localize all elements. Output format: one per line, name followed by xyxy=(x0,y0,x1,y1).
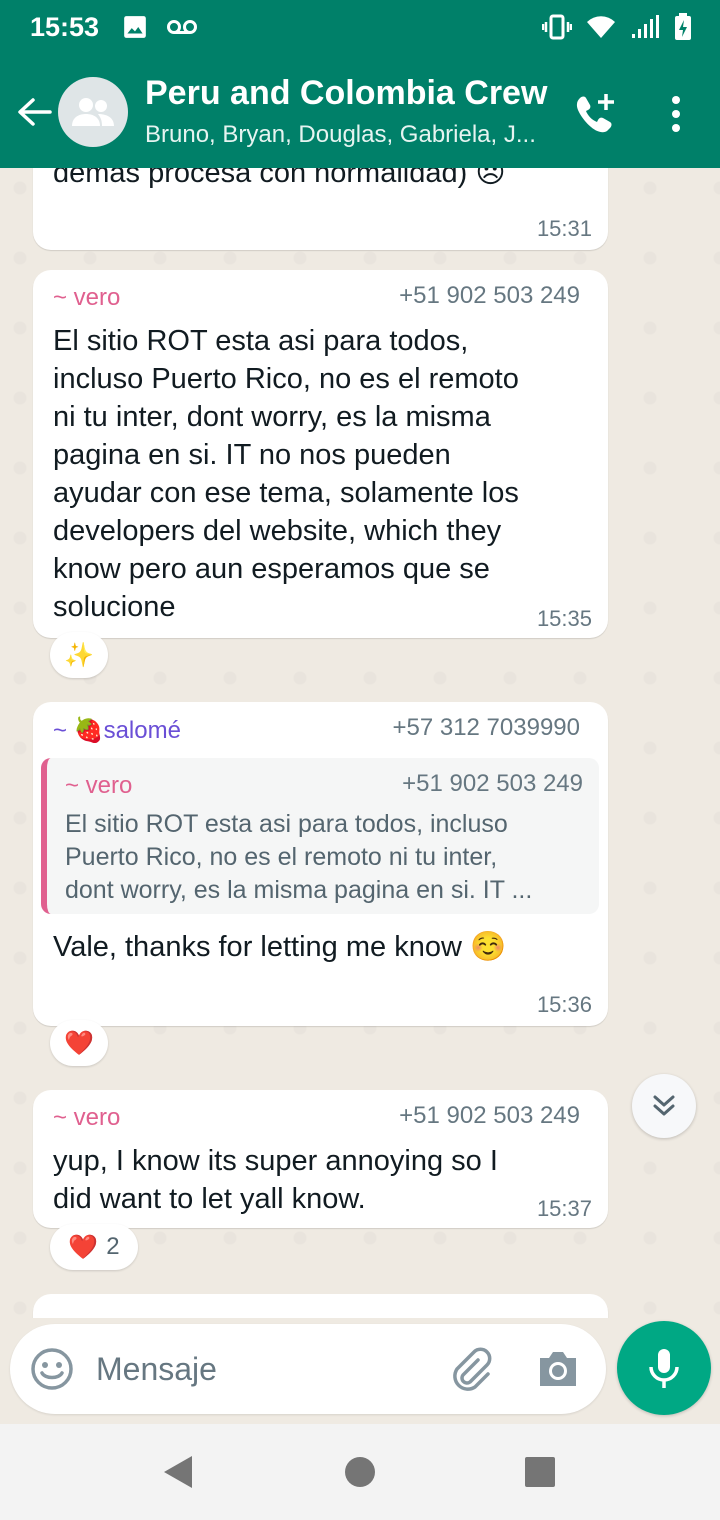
add-call-icon[interactable] xyxy=(570,90,618,138)
sender-phone: +51 902 503 249 xyxy=(399,1102,580,1129)
sender-name[interactable]: ~ vero xyxy=(53,1104,120,1132)
image-notification-icon xyxy=(124,16,146,38)
reaction-count: 2 xyxy=(106,1233,120,1260)
quoted-message[interactable]: ~ vero +51 902 503 249 El sitio ROT esta… xyxy=(41,758,599,914)
voicemail-icon xyxy=(167,20,197,34)
heart-reaction: ❤️ xyxy=(64,1029,94,1057)
more-vert-icon[interactable] xyxy=(660,92,692,136)
sender-phone: +57 312 7039990 xyxy=(392,714,580,741)
wifi-icon xyxy=(587,16,615,38)
camera-icon[interactable] xyxy=(536,1348,580,1390)
message-text: demas procesa con normalidad) 😞 xyxy=(53,168,506,189)
status-time: 15:53 xyxy=(30,12,100,42)
heart-reaction: ❤️ xyxy=(68,1233,99,1261)
message-time: 15:31 xyxy=(536,216,592,241)
signal-icon xyxy=(632,15,659,38)
message-time: 15:35 xyxy=(536,606,592,631)
back-arrow-icon[interactable] xyxy=(14,92,54,132)
chat-title[interactable]: Peru and Colombia Crew xyxy=(145,74,547,113)
sparkles-reaction: ✨ xyxy=(64,641,94,669)
quoted-sender: ~ vero xyxy=(65,772,133,799)
app-bar: 15:53 Peru and Colombia Crew Bruno, Brya… xyxy=(0,0,720,168)
emoji-icon[interactable] xyxy=(30,1347,74,1391)
sender-phone: +51 902 503 249 xyxy=(399,282,580,309)
reaction-badge[interactable]: ❤️ 2 xyxy=(50,1224,138,1270)
status-bar: 15:53 xyxy=(0,0,720,58)
battery-icon xyxy=(675,13,691,40)
quoted-phone: +51 902 503 249 xyxy=(402,770,583,797)
message-bubble[interactable]: demas procesa con normalidad) 😞 15:31 xyxy=(33,168,608,250)
message-text: El sitio ROT esta asi para todos, inclus… xyxy=(53,325,519,623)
chat-participants[interactable]: Bruno, Bryan, Douglas, Gabriela, J... xyxy=(145,121,545,149)
vibrate-icon xyxy=(542,14,572,40)
double-chevron-down-icon xyxy=(653,1095,675,1116)
nav-home-icon[interactable] xyxy=(340,1452,380,1492)
message-bubble[interactable]: ~ vero +51 902 503 249 El sitio ROT esta… xyxy=(33,270,608,638)
message-text: yup, I know its super annoying so I did … xyxy=(53,1145,498,1215)
reaction-badge[interactable]: ❤️ xyxy=(50,1020,108,1066)
message-time: 15:36 xyxy=(536,992,592,1017)
attach-icon[interactable] xyxy=(448,1346,494,1392)
nav-recents-icon[interactable] xyxy=(520,1452,560,1492)
message-bubble[interactable]: ~ vero +51 902 503 249 yup, I know its s… xyxy=(33,1090,608,1228)
chat-area[interactable]: demas procesa con normalidad) 😞 15:31 ~ … xyxy=(0,168,720,1318)
sender-name[interactable]: ~ vero xyxy=(53,284,120,312)
message-input[interactable] xyxy=(96,1342,426,1396)
message-composer xyxy=(10,1324,606,1414)
reaction-badge[interactable]: ✨ xyxy=(50,632,108,678)
mic-icon xyxy=(649,1349,679,1388)
group-avatar-icon xyxy=(72,98,114,126)
scroll-to-bottom-button[interactable] xyxy=(632,1074,696,1138)
message-bubble[interactable]: ~ 🍓salomé +57 312 7039990 ~ vero +51 902… xyxy=(33,702,608,1026)
message-time: 15:37 xyxy=(536,1196,592,1221)
sender-name[interactable]: ~ 🍓salomé xyxy=(53,716,181,745)
message-text: Vale, thanks for letting me know ☺️ xyxy=(53,931,507,963)
group-avatar[interactable] xyxy=(58,77,128,147)
message-bubble[interactable] xyxy=(33,1294,608,1318)
nav-back-icon[interactable] xyxy=(158,1452,198,1492)
quoted-text: El sitio ROT esta asi para todos, inclus… xyxy=(65,810,533,904)
system-nav-bar xyxy=(0,1424,720,1520)
voice-message-button[interactable] xyxy=(617,1321,711,1415)
